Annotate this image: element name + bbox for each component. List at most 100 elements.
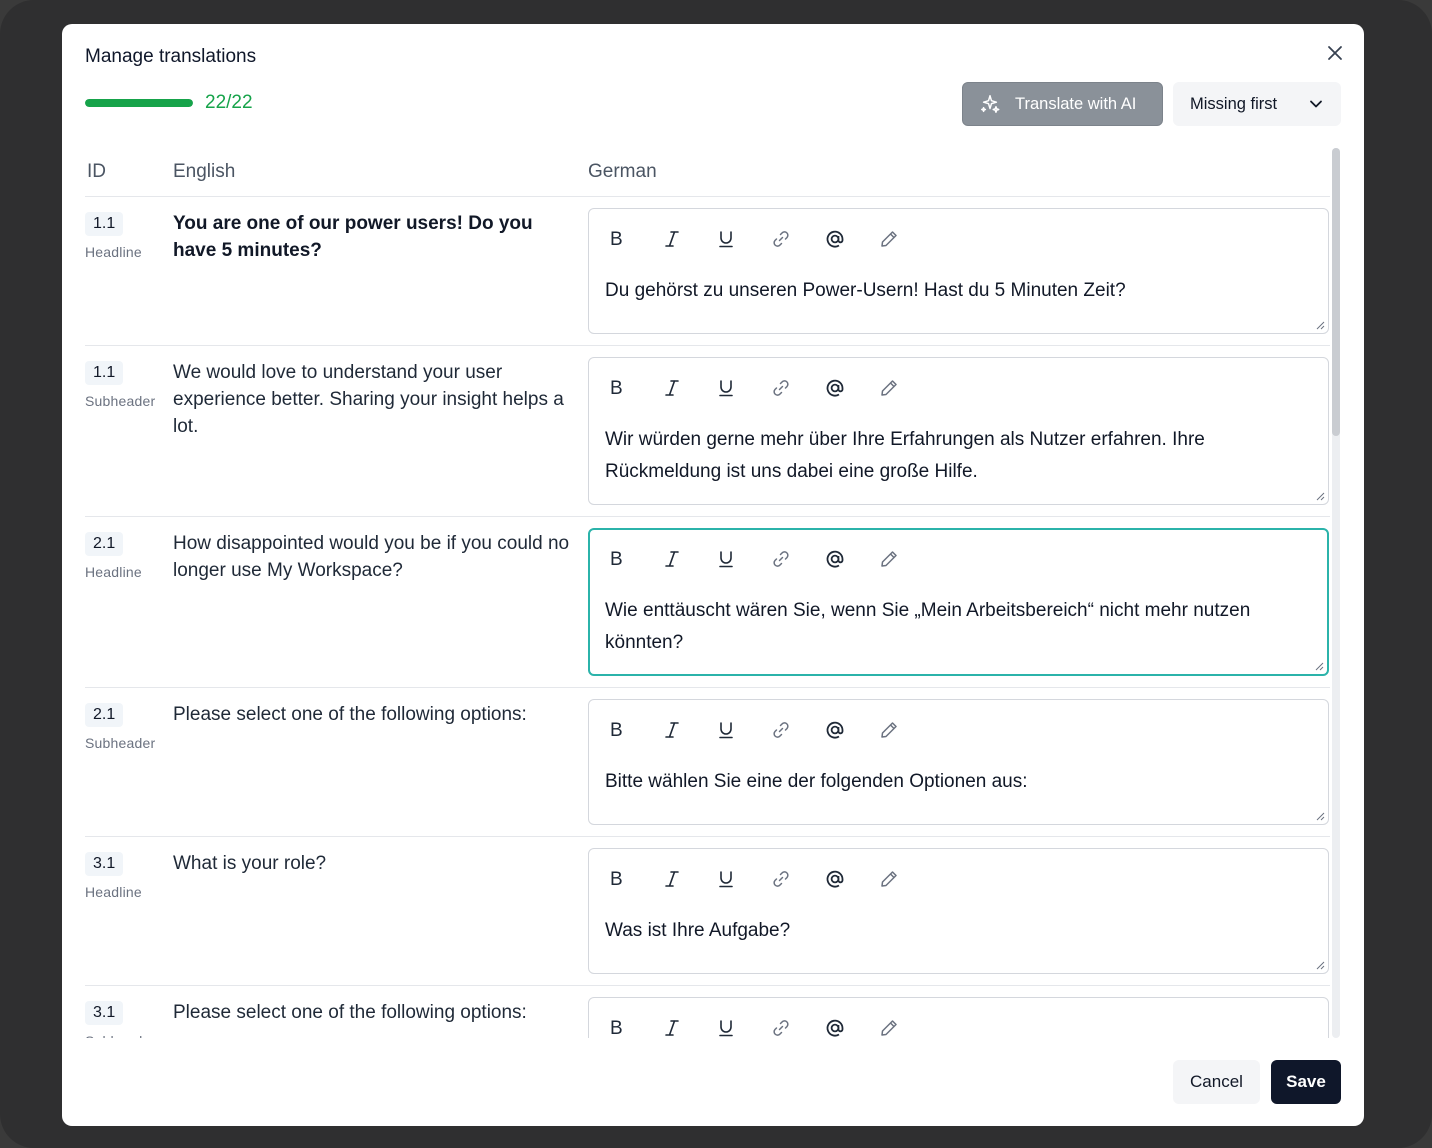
italic-button[interactable] [659,1012,713,1038]
bold-icon: B [609,721,627,739]
table-scrollbar[interactable] [1332,148,1340,1038]
underline-button[interactable] [713,714,767,746]
german-cell: B Bitte wählen Sie eine der folgenden Op… [588,699,1329,825]
id-badge: 1.1 [85,212,124,236]
editor-toolbar: B [605,372,1312,404]
pencil-icon [879,229,899,249]
sort-order-value: Missing first [1190,94,1278,113]
german-translation-editor[interactable]: B Bitte wählen Sie eine der folgenden Op… [588,699,1329,825]
mention-icon [825,869,845,889]
modal-title: Manage translations [85,46,257,67]
german-translation-editor[interactable]: B Du gehörst zu unseren Power-Usern! Has… [588,208,1329,334]
id-cell: 1.1 Subheader [85,357,173,505]
underline-icon [717,1019,735,1037]
link-button[interactable] [767,543,821,575]
italic-button[interactable] [659,223,713,255]
link-button[interactable] [767,863,821,895]
mention-button[interactable] [821,1012,875,1038]
english-source-text: What is your role? [173,853,327,874]
resize-handle-icon[interactable] [1315,320,1325,330]
underline-button[interactable] [713,1012,767,1038]
sort-order-select[interactable]: Missing first [1173,82,1341,126]
id-cell: 2.1 Headline [85,528,173,676]
bold-button[interactable]: B [605,714,659,746]
svg-text:B: B [610,379,623,397]
pencil-button[interactable] [875,543,929,575]
pencil-button[interactable] [875,223,929,255]
pencil-button[interactable] [875,714,929,746]
column-header-english: English [173,161,236,182]
resize-handle-icon[interactable] [1315,491,1325,501]
english-source-text: You are one of our power users! Do you h… [173,213,533,261]
resize-handle-icon[interactable] [1315,811,1325,821]
mention-icon [825,720,845,740]
underline-button[interactable] [713,863,767,895]
link-button[interactable] [767,223,821,255]
english-source-text: Please select one of the following optio… [173,704,527,725]
german-translation-text[interactable]: Bitte wählen Sie eine der folgenden Opti… [605,766,1312,798]
cancel-button[interactable]: Cancel [1173,1060,1260,1104]
link-icon [771,229,791,249]
bold-icon: B [609,1019,627,1037]
id-badge: 2.1 [85,703,124,727]
bold-icon: B [609,550,627,568]
link-icon [771,869,791,889]
link-icon [771,549,791,569]
pencil-button[interactable] [875,372,929,404]
pencil-button[interactable] [875,863,929,895]
german-translation-editor[interactable]: B Wir würden gerne mehr über Ihre Erfahr… [588,357,1329,505]
link-button[interactable] [767,714,821,746]
pencil-button[interactable] [875,1012,929,1038]
german-translation-text[interactable]: Wir würden gerne mehr über Ihre Erfahrun… [605,424,1312,488]
italic-button[interactable] [659,543,713,575]
id-cell: 1.1 Headline [85,208,173,334]
italic-icon [663,230,681,248]
bold-button[interactable]: B [605,223,659,255]
pencil-icon [879,720,899,740]
field-type-label: Subheader [85,393,156,409]
mention-button[interactable] [821,863,875,895]
save-button[interactable]: Save [1271,1060,1341,1104]
english-source-text: We would love to understand your user ex… [173,362,564,437]
mention-button[interactable] [821,714,875,746]
id-cell: 3.1 Headline [85,848,173,974]
german-translation-text[interactable]: Wie enttäuscht wären Sie, wenn Sie „Mein… [605,595,1312,659]
english-source-text: Please select one of the following optio… [173,1002,527,1023]
id-cell: 3.1 Subheader [85,997,173,1038]
id-badge: 1.1 [85,361,124,385]
german-translation-text[interactable]: Du gehörst zu unseren Power-Usern! Hast … [605,275,1312,307]
column-header-id: ID [87,161,106,182]
underline-icon [717,550,735,568]
german-translation-editor[interactable]: B Wie enttäuscht wären Sie, wenn Sie „Me… [588,528,1329,676]
mention-button[interactable] [821,372,875,404]
scrollbar-thumb[interactable] [1332,148,1340,436]
mention-button[interactable] [821,223,875,255]
svg-text:B: B [610,721,623,739]
german-translation-text[interactable]: Was ist Ihre Aufgabe? [605,915,1312,947]
german-translation-editor[interactable]: B [588,997,1329,1038]
resize-handle-icon[interactable] [1315,960,1325,970]
german-translation-editor[interactable]: B Was ist Ihre Aufgabe? [588,848,1329,974]
table-row: 2.1 Headline How disappointed would you … [85,517,1330,688]
translate-with-ai-button[interactable]: Translate with AI [962,82,1163,126]
underline-button[interactable] [713,543,767,575]
italic-button[interactable] [659,863,713,895]
resize-handle-icon[interactable] [1314,661,1324,671]
close-button[interactable] [1324,42,1346,64]
bold-button[interactable]: B [605,372,659,404]
italic-button[interactable] [659,714,713,746]
link-button[interactable] [767,1012,821,1038]
bold-button[interactable]: B [605,863,659,895]
mention-button[interactable] [821,543,875,575]
underline-button[interactable] [713,223,767,255]
italic-button[interactable] [659,372,713,404]
mention-icon [825,549,845,569]
link-button[interactable] [767,372,821,404]
german-cell: B Wie enttäuscht wären Sie, wenn Sie „Me… [588,528,1329,676]
editor-toolbar: B [605,223,1312,255]
underline-button[interactable] [713,372,767,404]
bold-button[interactable]: B [605,543,659,575]
pencil-icon [879,1018,899,1038]
italic-icon [663,870,681,888]
bold-button[interactable]: B [605,1012,659,1038]
